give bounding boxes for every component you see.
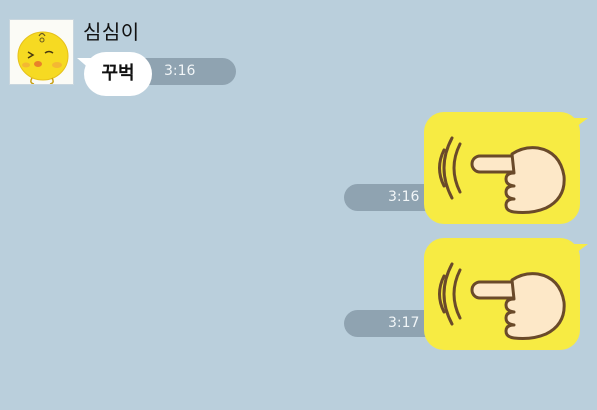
contact-name: 심심이 bbox=[83, 20, 140, 44]
pointing-hand-icon bbox=[438, 136, 566, 214]
yellow-chick-face-icon bbox=[17, 31, 69, 84]
outgoing-sticker-message[interactable] bbox=[424, 238, 588, 350]
pointing-hand-icon bbox=[438, 262, 566, 340]
outgoing-sticker-message[interactable] bbox=[424, 112, 588, 224]
incoming-message-bubble[interactable]: 꾸벅 bbox=[84, 52, 152, 96]
contact-avatar[interactable] bbox=[9, 19, 74, 85]
